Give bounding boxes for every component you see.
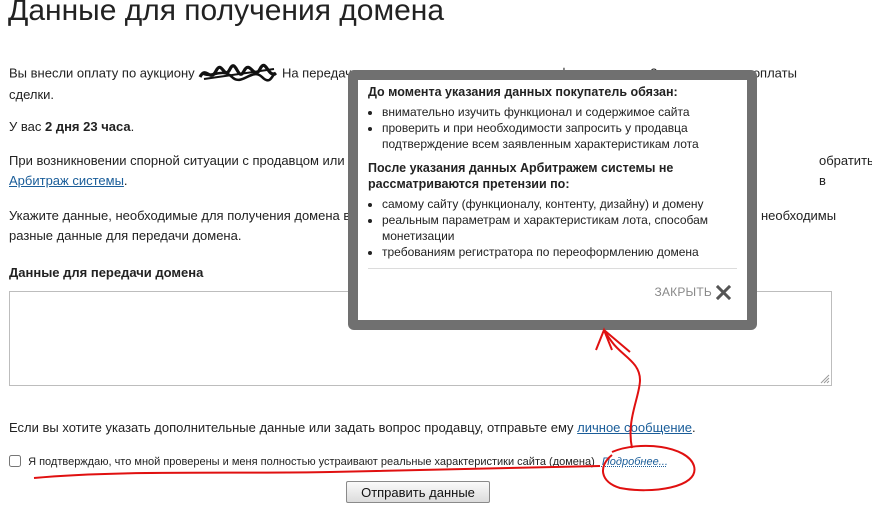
arbitration-link[interactable]: Арбитраж системы xyxy=(9,173,124,188)
list-item: самому сайту (функционалу, контенту, диз… xyxy=(382,196,737,212)
resize-grip-icon[interactable] xyxy=(818,374,830,384)
paid-line2: сделки. xyxy=(9,87,55,102)
more-details-link[interactable]: Подробнее... xyxy=(602,456,668,468)
confirm-row: Я подтверждаю, что мной проверены и меня… xyxy=(9,455,668,468)
submit-data-button[interactable]: Отправить данные xyxy=(346,481,490,503)
time-left: У вас 2 дня 23 часа. xyxy=(9,117,134,137)
info-modal-content: До момента указания данных покупатель об… xyxy=(358,80,747,320)
modal-close-button[interactable]: ЗАКРЫТЬ xyxy=(655,284,731,300)
list-item: внимательно изучить функционал и содержи… xyxy=(382,104,737,120)
list-item: проверить и при необходимости запросить … xyxy=(382,120,737,152)
close-x-icon xyxy=(716,284,731,300)
modal-heading-claims: После указания данных Арбитражем системы… xyxy=(368,161,674,191)
time-value: 2 дня 23 часа xyxy=(44,119,131,134)
modal-heading-obligations: До момента указания данных покупатель об… xyxy=(368,85,678,99)
obligations-list: внимательно изучить функционал и содержи… xyxy=(368,104,737,152)
list-item: реальным параметрам и характеристикам ло… xyxy=(382,212,737,244)
specify-line1-end: необходимы xyxy=(761,208,837,223)
confirm-label[interactable]: Я подтверждаю, что мной проверены и меня… xyxy=(28,456,595,468)
message-text: Если вы хотите указать дополнительные да… xyxy=(9,420,578,435)
modal-divider xyxy=(368,268,737,269)
page-title: Данные для получения домена xyxy=(8,0,445,27)
time-prefix: У вас xyxy=(9,119,45,134)
claims-list: самому сайту (функционалу, контенту, диз… xyxy=(368,196,737,260)
private-message-link[interactable]: личное сообщение xyxy=(577,420,692,435)
annotation-circle xyxy=(602,444,696,492)
dispute-line1-start: При возникновении спорной ситуации с про… xyxy=(9,153,362,168)
info-modal: До момента указания данных покупатель об… xyxy=(348,70,757,330)
specify-line1-start: Укажите данные, необходимые для получени… xyxy=(9,208,361,223)
paid-text: Вы внесли оплату по аукциону xyxy=(9,65,195,81)
specify-line2: разные данные для передачи домена. xyxy=(9,228,242,243)
dispute-line1-end: обратиться в xyxy=(819,153,872,188)
dispute-line2-end: . xyxy=(123,173,128,188)
time-suffix: . xyxy=(130,119,135,134)
message-info: Если вы хотите указать дополнительные да… xyxy=(9,418,696,438)
confirm-checkbox[interactable] xyxy=(9,455,21,467)
list-item: требованиям регистратора по переоформлен… xyxy=(382,244,737,260)
redaction-scribble-icon xyxy=(198,63,278,82)
message-end: . xyxy=(692,420,696,435)
domain-data-label: Данные для передачи домена xyxy=(9,265,204,280)
close-label: ЗАКРЫТЬ xyxy=(654,285,712,299)
